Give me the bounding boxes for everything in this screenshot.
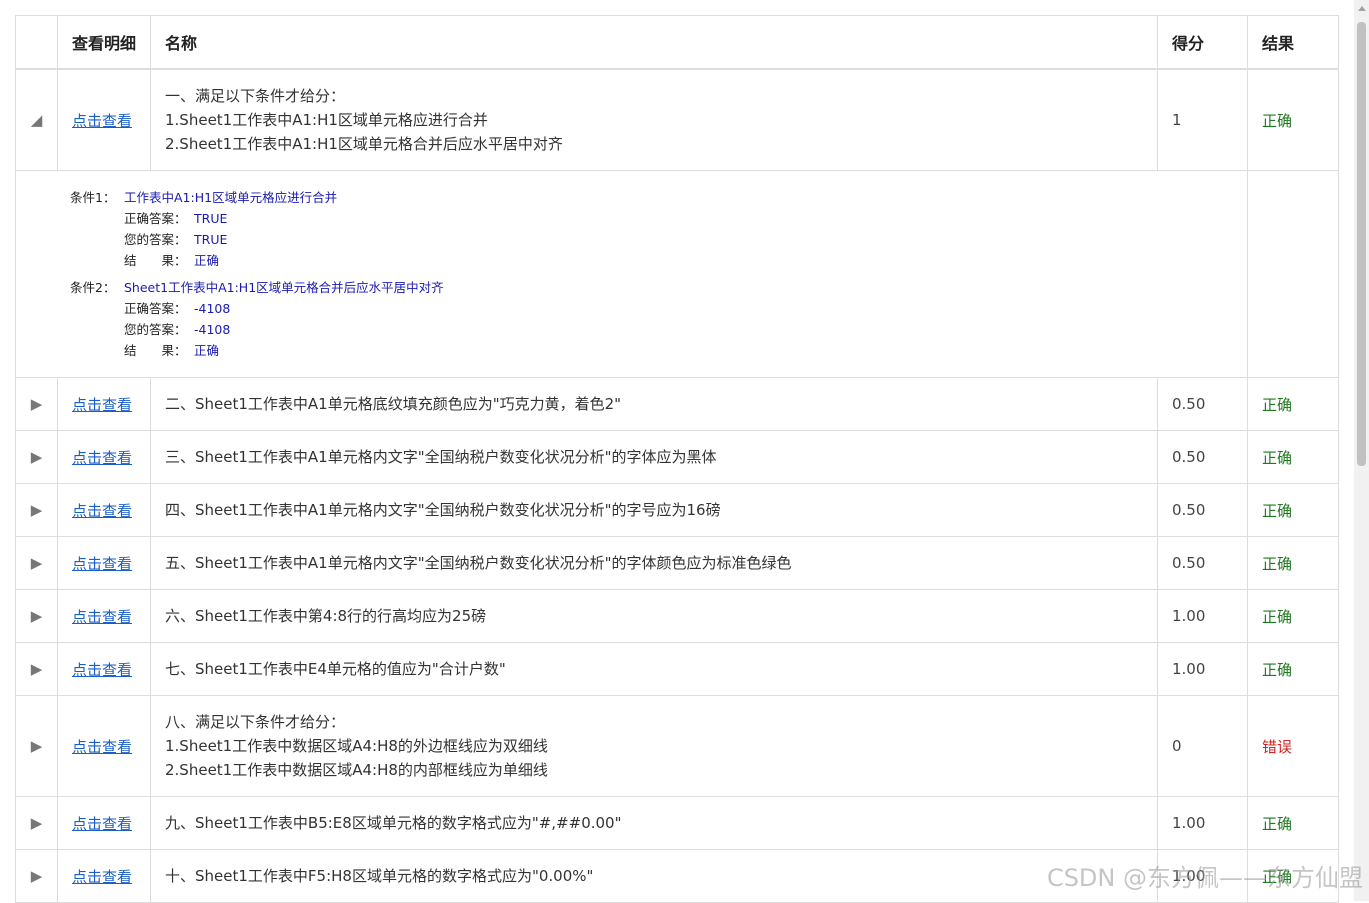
item-name: 四、Sheet1工作表中A1单元格内文字"全国纳税户数变化状况分析"的字号应为1… bbox=[150, 483, 1158, 537]
table-row: ▶ 点击查看 二、Sheet1工作表中A1单元格底纹填充颜色应为"巧克力黄，着色… bbox=[15, 377, 1339, 431]
item-result: 正确 bbox=[1247, 483, 1339, 537]
item-name-line: 一、满足以下条件才给分： bbox=[165, 87, 346, 105]
correct-answer-value: -4108 bbox=[194, 301, 231, 316]
detail-empty-cell bbox=[1247, 170, 1339, 378]
correct-answer-label: 正确答案： bbox=[124, 211, 187, 226]
table-row: ▶ 点击查看 四、Sheet1工作表中A1单元格内文字"全国纳税户数变化状况分析… bbox=[15, 483, 1339, 537]
item-name: 一、满足以下条件才给分： 1.Sheet1工作表中A1:H1区域单元格应进行合并… bbox=[150, 68, 1158, 171]
item-score: 1.00 bbox=[1157, 796, 1248, 850]
correct-answer-value: TRUE bbox=[194, 211, 228, 226]
view-detail-link[interactable]: 点击查看 bbox=[72, 608, 132, 626]
item-name: 九、Sheet1工作表中B5:E8区域单元格的数字格式应为"#,##0.00" bbox=[150, 796, 1158, 850]
item-result: 正确 bbox=[1247, 796, 1339, 850]
table-row: ▶ 点击查看 三、Sheet1工作表中A1单元格内文字"全国纳税户数变化状况分析… bbox=[15, 430, 1339, 484]
correct-answer-label: 正确答案： bbox=[124, 301, 187, 316]
item-score: 1.00 bbox=[1157, 589, 1248, 643]
result-label: 结 果： bbox=[124, 343, 187, 358]
result-value: 正确 bbox=[194, 253, 220, 268]
view-detail-link[interactable]: 点击查看 bbox=[72, 502, 132, 520]
detail-row: 条件1： 工作表中A1:H1区域单元格应进行合并 正确答案： TRUE 您的答案：… bbox=[15, 170, 1339, 378]
item-result: 正确 bbox=[1247, 536, 1339, 590]
your-answer-label: 您的答案： bbox=[124, 232, 187, 247]
item-name: 八、满足以下条件才给分： 1.Sheet1工作表中数据区域A4:H8的外边框线应… bbox=[150, 695, 1158, 797]
item-name: 六、Sheet1工作表中第4:8行的行高均应为25磅 bbox=[150, 589, 1158, 643]
view-detail-link[interactable]: 点击查看 bbox=[72, 555, 132, 573]
item-score: 0.50 bbox=[1157, 483, 1248, 537]
detail-cell: 条件1： 工作表中A1:H1区域单元格应进行合并 正确答案： TRUE 您的答案：… bbox=[15, 170, 1248, 378]
condition-details: 条件1： 工作表中A1:H1区域单元格应进行合并 正确答案： TRUE 您的答案：… bbox=[16, 171, 1247, 361]
item-result: 正确 bbox=[1247, 68, 1339, 171]
item-name-line: 2.Sheet1工作表中A1:H1区域单元格合并后应水平居中对齐 bbox=[165, 135, 563, 153]
expand-arrow-icon[interactable]: ▶ bbox=[15, 589, 58, 643]
header-result: 结果 bbox=[1247, 15, 1339, 70]
expand-arrow-icon[interactable]: ▶ bbox=[15, 377, 58, 431]
scroll-up-arrow-icon[interactable] bbox=[1358, 6, 1366, 11]
vertical-scrollbar[interactable] bbox=[1354, 0, 1369, 901]
table-row: ▶ 点击查看 六、Sheet1工作表中第4:8行的行高均应为25磅 1.00 正… bbox=[15, 589, 1339, 643]
view-detail-link[interactable]: 点击查看 bbox=[72, 396, 132, 414]
item-score: 0.50 bbox=[1157, 536, 1248, 590]
item-name: 十、Sheet1工作表中F5:H8区域单元格的数字格式应为"0.00%" bbox=[150, 849, 1158, 903]
result-label: 结 果： bbox=[124, 253, 187, 268]
table-header-row: 查看明细 名称 得分 结果 bbox=[15, 15, 1339, 70]
view-detail-link[interactable]: 点击查看 bbox=[72, 868, 132, 886]
view-detail-link[interactable]: 点击查看 bbox=[72, 815, 132, 833]
item-result: 正确 bbox=[1247, 430, 1339, 484]
expand-arrow-icon[interactable]: ▶ bbox=[15, 849, 58, 903]
expand-arrow-icon[interactable]: ▶ bbox=[15, 642, 58, 696]
item-result: 错误 bbox=[1247, 695, 1339, 797]
view-detail-link[interactable]: 点击查看 bbox=[72, 112, 132, 130]
item-result: 正确 bbox=[1247, 589, 1339, 643]
item-name-line: 八、满足以下条件才给分： bbox=[165, 713, 346, 731]
table-row: ◢ 点击查看 一、满足以下条件才给分： 1.Sheet1工作表中A1:H1区域单… bbox=[15, 68, 1339, 171]
expand-arrow-icon[interactable]: ▶ bbox=[15, 796, 58, 850]
view-detail-link[interactable]: 点击查看 bbox=[72, 661, 132, 679]
item-score: 1.00 bbox=[1157, 642, 1248, 696]
table-row: ▶ 点击查看 八、满足以下条件才给分： 1.Sheet1工作表中数据区域A4:H… bbox=[15, 695, 1339, 797]
table-row: ▶ 点击查看 七、Sheet1工作表中E4单元格的值应为"合计户数" 1.00 … bbox=[15, 642, 1339, 696]
header-name: 名称 bbox=[150, 15, 1158, 70]
condition-block: 条件2： Sheet1工作表中A1:H1区域单元格合并后应水平居中对齐 正确答案… bbox=[70, 277, 1247, 361]
result-value: 正确 bbox=[194, 343, 220, 358]
header-view-detail: 查看明细 bbox=[57, 15, 151, 70]
item-result: 正确 bbox=[1247, 642, 1339, 696]
item-score: 0.50 bbox=[1157, 430, 1248, 484]
condition-text: 工作表中A1:H1区域单元格应进行合并 bbox=[124, 190, 338, 205]
your-answer-value: TRUE bbox=[194, 232, 228, 247]
item-name-line: 1.Sheet1工作表中数据区域A4:H8的外边框线应为双细线 bbox=[165, 737, 548, 755]
expand-arrow-icon[interactable]: ▶ bbox=[15, 430, 58, 484]
your-answer-value: -4108 bbox=[194, 322, 231, 337]
watermark: CSDN @东方佩——东方仙盟 bbox=[1046, 864, 1363, 892]
expand-arrow-icon[interactable]: ▶ bbox=[15, 536, 58, 590]
collapse-arrow-icon[interactable]: ◢ bbox=[15, 68, 58, 171]
item-name: 二、Sheet1工作表中A1单元格底纹填充颜色应为"巧克力黄，着色2" bbox=[150, 377, 1158, 431]
table-row: ▶ 点击查看 九、Sheet1工作表中B5:E8区域单元格的数字格式应为"#,#… bbox=[15, 796, 1339, 850]
condition-block: 条件1： 工作表中A1:H1区域单元格应进行合并 正确答案： TRUE 您的答案：… bbox=[70, 187, 1247, 271]
header-score: 得分 bbox=[1157, 15, 1248, 70]
header-expand bbox=[15, 15, 58, 70]
item-name: 三、Sheet1工作表中A1单元格内文字"全国纳税户数变化状况分析"的字体应为黑… bbox=[150, 430, 1158, 484]
your-answer-label: 您的答案： bbox=[124, 322, 187, 337]
view-detail-link[interactable]: 点击查看 bbox=[72, 449, 132, 467]
item-score: 0 bbox=[1157, 695, 1248, 797]
item-name: 五、Sheet1工作表中A1单元格内文字"全国纳税户数变化状况分析"的字体颜色应… bbox=[150, 536, 1158, 590]
scrollbar-thumb[interactable] bbox=[1357, 22, 1366, 466]
table-row: ▶ 点击查看 五、Sheet1工作表中A1单元格内文字"全国纳税户数变化状况分析… bbox=[15, 536, 1339, 590]
item-name-line: 2.Sheet1工作表中数据区域A4:H8的内部框线应为单细线 bbox=[165, 761, 548, 779]
item-score: 0.50 bbox=[1157, 377, 1248, 431]
condition-label: 条件1： bbox=[70, 190, 116, 205]
item-name-line: 1.Sheet1工作表中A1:H1区域单元格应进行合并 bbox=[165, 111, 488, 129]
view-detail-link[interactable]: 点击查看 bbox=[72, 738, 132, 756]
item-result: 正确 bbox=[1247, 377, 1339, 431]
item-name: 七、Sheet1工作表中E4单元格的值应为"合计户数" bbox=[150, 642, 1158, 696]
condition-text: Sheet1工作表中A1:H1区域单元格合并后应水平居中对齐 bbox=[124, 280, 444, 295]
item-score: 1 bbox=[1157, 68, 1248, 171]
condition-label: 条件2： bbox=[70, 280, 116, 295]
grading-results-panel: 查看明细 名称 得分 结果 ◢ 点击查看 一、满足以下条件才给分： 1.Shee… bbox=[15, 15, 1339, 903]
expand-arrow-icon[interactable]: ▶ bbox=[15, 695, 58, 797]
results-table: 查看明细 名称 得分 结果 ◢ 点击查看 一、满足以下条件才给分： 1.Shee… bbox=[15, 15, 1339, 903]
expand-arrow-icon[interactable]: ▶ bbox=[15, 483, 58, 537]
